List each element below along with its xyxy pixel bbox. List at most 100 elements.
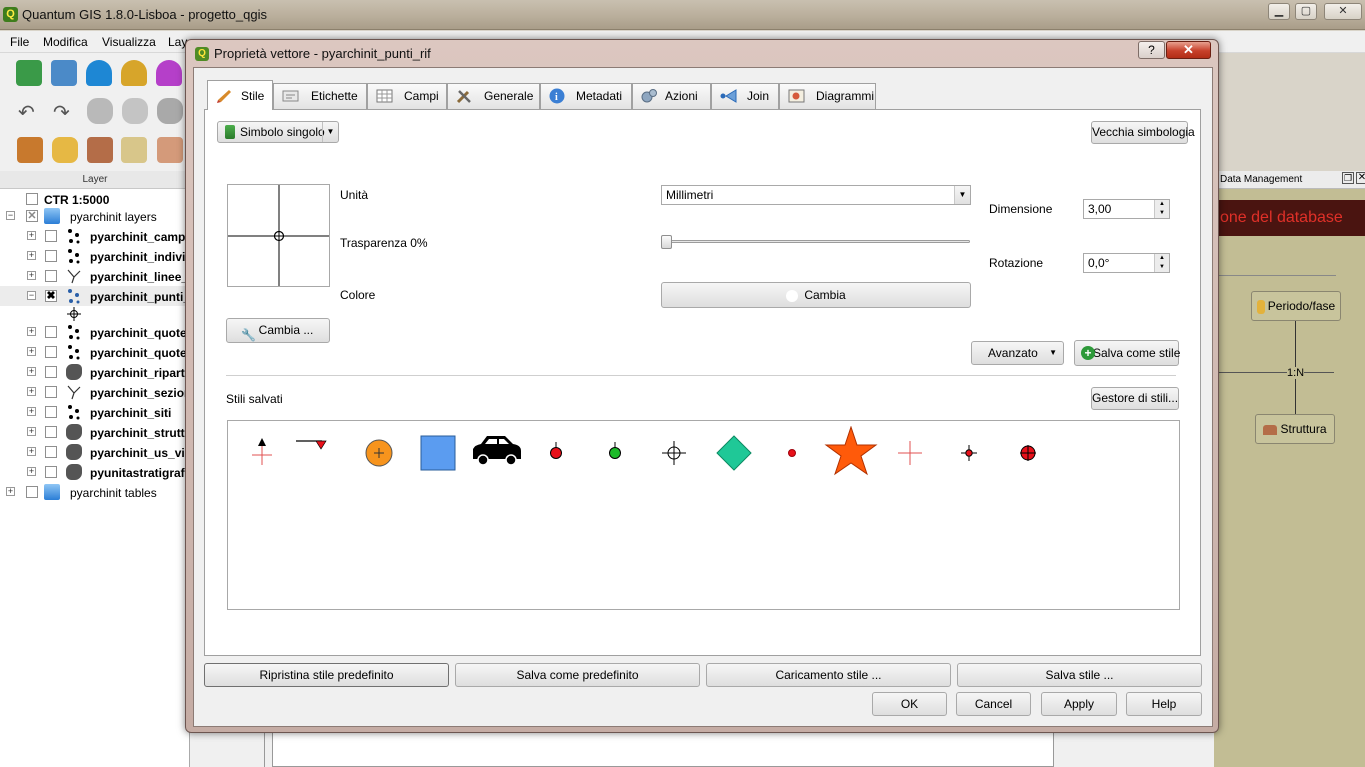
layer-row-selected[interactable]: − ✖ pyarchinit_punti_rif — [0, 286, 190, 306]
menu-modifica[interactable]: Modifica — [43, 35, 88, 49]
layer-row[interactable]: + pyarchinit_strutture — [0, 422, 190, 442]
green-pin-symbol-icon[interactable] — [593, 435, 637, 471]
expand-icon[interactable]: + — [6, 487, 15, 496]
tab-azioni[interactable]: Azioni — [632, 83, 711, 109]
collapse-icon[interactable]: − — [27, 291, 36, 300]
pyarchinit-period-icon[interactable] — [52, 137, 78, 163]
transparency-slider-track[interactable] — [662, 240, 970, 243]
close-panel-icon[interactable]: ✕ — [1356, 172, 1365, 184]
spin-down-icon[interactable]: ▼ — [1154, 209, 1169, 218]
layer-checkbox[interactable]: ✖ — [45, 290, 57, 302]
node-tool-icon[interactable] — [157, 98, 183, 124]
old-symbology-button[interactable]: Vecchia simbologia — [1091, 121, 1195, 144]
rotation-spinbox[interactable]: 0,0° ▲ ▼ — [1083, 253, 1170, 273]
renderer-select[interactable]: Simbolo singolo ▼ — [217, 121, 339, 143]
add-feature-icon[interactable] — [87, 98, 113, 124]
undo-icon[interactable]: ↶ — [18, 100, 35, 125]
diamond-symbol-icon[interactable] — [712, 435, 756, 471]
layer-row[interactable]: + pyarchinit_ripartizioni — [0, 362, 190, 382]
new-project-icon[interactable] — [16, 60, 42, 86]
pyarchinit-us-icon[interactable] — [121, 137, 147, 163]
periodo-node[interactable]: Periodo/fase — [1251, 291, 1341, 321]
move-feature-icon[interactable] — [122, 98, 148, 124]
dialog-close-button[interactable]: ✕ — [1166, 41, 1211, 59]
cross-dot-symbol-icon[interactable] — [947, 435, 991, 471]
layer-checkbox[interactable] — [45, 326, 57, 338]
transparency-slider-handle[interactable] — [661, 235, 672, 249]
color-change-button[interactable]: Cambia — [661, 282, 971, 308]
expand-icon[interactable]: + — [27, 467, 36, 476]
layer-row[interactable]: + pyarchinit_quote_usm — [0, 342, 190, 362]
apply-button[interactable]: Apply — [1041, 692, 1117, 716]
crosshair-symbol-icon[interactable] — [652, 435, 696, 471]
save-as-style-button[interactable]: + Salva come stile — [1074, 340, 1180, 366]
tab-generale[interactable]: Generale — [447, 83, 540, 109]
arrow-cross-symbol-icon[interactable] — [240, 435, 284, 471]
help-button[interactable]: Help — [1126, 692, 1202, 716]
layer-row[interactable]: + pyarchinit_sezioni — [0, 382, 190, 402]
star-symbol-icon[interactable] — [823, 425, 879, 476]
menu-visualizza[interactable]: Visualizza — [102, 35, 156, 49]
layer-row[interactable]: + pyarchinit_us_view — [0, 442, 190, 462]
tab-diagrammi[interactable]: Diagrammi — [779, 83, 876, 109]
add-postgis-icon[interactable] — [86, 60, 112, 86]
layer-checkbox[interactable] — [45, 250, 57, 262]
menu-file[interactable]: File — [10, 35, 29, 49]
small-dot-symbol-icon[interactable] — [770, 435, 814, 471]
layer-checkbox[interactable] — [45, 426, 57, 438]
expand-icon[interactable]: + — [27, 347, 36, 356]
main-close-button[interactable]: ✕ — [1324, 3, 1362, 20]
spin-up-icon[interactable]: ▲ — [1154, 200, 1169, 209]
expand-icon[interactable]: + — [27, 447, 36, 456]
save-style-button[interactable]: Salva stile ... — [957, 663, 1202, 687]
layer-row[interactable]: + pyunitastratigrafiche — [0, 462, 190, 482]
layer-checkbox[interactable] — [45, 466, 57, 478]
expand-icon[interactable]: + — [27, 231, 36, 240]
layer-row[interactable]: + pyarchinit_individui — [0, 246, 190, 266]
pyarchinit-finds-icon[interactable] — [157, 137, 183, 163]
square-symbol-icon[interactable] — [416, 435, 460, 471]
car-symbol-icon[interactable] — [471, 431, 523, 471]
flag-symbol-icon[interactable] — [290, 435, 334, 471]
save-as-default-button[interactable]: Salva come predefinito — [455, 663, 700, 687]
layer-checkbox[interactable] — [45, 270, 57, 282]
cancel-button[interactable]: Cancel — [956, 692, 1031, 716]
size-spinbox[interactable]: 3,00 ▲ ▼ — [1083, 199, 1170, 219]
redo-icon[interactable]: ↷ — [53, 100, 70, 125]
advanced-button[interactable]: Avanzato ▼ — [971, 341, 1064, 365]
expand-icon[interactable]: + — [27, 271, 36, 280]
layer-checkbox[interactable] — [26, 486, 38, 498]
layer-checkbox[interactable] — [45, 230, 57, 242]
expand-icon[interactable]: + — [27, 407, 36, 416]
tab-etichette[interactable]: Etichette — [273, 83, 367, 109]
maximize-button[interactable]: ▢ — [1295, 3, 1317, 20]
layer-checkbox[interactable]: ✕ — [26, 210, 38, 222]
dialog-help-button[interactable]: ? — [1138, 41, 1165, 59]
layer-checkbox[interactable] — [26, 193, 38, 205]
tab-metadati[interactable]: i Metadati — [540, 83, 632, 109]
layer-row[interactable]: + pyarchinit_quote — [0, 322, 190, 342]
layer-group-row[interactable]: + pyarchinit tables — [0, 482, 190, 502]
struttura-node[interactable]: Struttura — [1255, 414, 1335, 444]
circle-plus-symbol-icon[interactable] — [357, 435, 401, 471]
expand-icon[interactable]: + — [27, 367, 36, 376]
layer-row[interactable]: + pyarchinit_campionature — [0, 226, 190, 246]
spin-down-icon[interactable]: ▼ — [1154, 263, 1169, 272]
collapse-icon[interactable]: − — [6, 211, 15, 220]
expand-icon[interactable]: + — [27, 427, 36, 436]
pyarchinit-structure-icon[interactable] — [87, 137, 113, 163]
tab-campi[interactable]: Campi — [367, 83, 447, 109]
layer-row[interactable]: + pyarchinit_siti — [0, 402, 190, 422]
circle-cross-symbol-icon[interactable] — [1006, 435, 1050, 471]
spin-up-icon[interactable]: ▲ — [1154, 254, 1169, 263]
change-symbol-button[interactable]: 🔧 Cambia ... — [226, 318, 330, 343]
layer-checkbox[interactable] — [45, 366, 57, 378]
red-pin-symbol-icon[interactable] — [534, 435, 578, 471]
layer-checkbox[interactable] — [45, 346, 57, 358]
tab-stile[interactable]: Stile — [207, 80, 273, 110]
expand-icon[interactable]: + — [27, 327, 36, 336]
layer-group-row[interactable]: − ✕ pyarchinit layers — [0, 206, 190, 226]
pyarchinit-site-icon[interactable] — [17, 137, 43, 163]
layer-row[interactable]: + pyarchinit_linee_rif — [0, 266, 190, 286]
restore-default-style-button[interactable]: Ripristina stile predefinito — [204, 663, 449, 687]
